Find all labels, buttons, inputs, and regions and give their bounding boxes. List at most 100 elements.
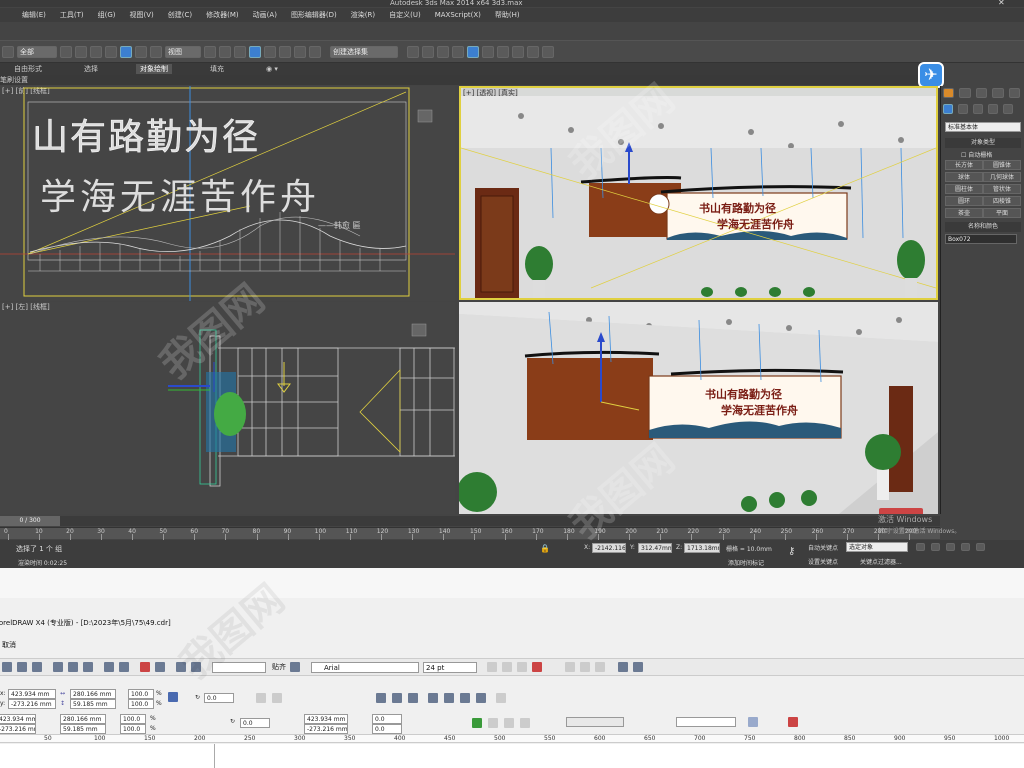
cylinder-button[interactable]: 圆柱体 (945, 184, 983, 194)
menu-item[interactable]: 帮助(H) (495, 10, 520, 20)
width2-field[interactable]: 280.166 mm (60, 714, 106, 724)
height-field[interactable]: 59.185 mm (70, 699, 116, 709)
plane-button[interactable]: 平面 (983, 208, 1021, 218)
paste-icon[interactable] (83, 662, 93, 672)
primitive-type-dropdown[interactable]: 标准基本体 (945, 122, 1021, 132)
prev-frame-icon[interactable] (931, 543, 940, 551)
welcome-icon[interactable] (191, 662, 201, 672)
menu-item[interactable]: 修改器(M) (206, 10, 239, 20)
rect-selection-icon[interactable] (90, 45, 102, 58)
copy-icon[interactable] (68, 662, 78, 672)
pivot-icon[interactable] (204, 45, 216, 58)
scale-y-field[interactable]: 100.0 (128, 699, 154, 709)
select-object-icon[interactable] (60, 45, 72, 58)
select-move-icon[interactable] (120, 45, 132, 58)
cancel-menu[interactable]: 取消 (2, 640, 16, 650)
modify-tab-icon[interactable] (959, 88, 971, 98)
settings-icon[interactable] (788, 717, 798, 727)
cone-button[interactable]: 圆锥体 (983, 160, 1021, 170)
create-tab-icon[interactable] (943, 88, 955, 98)
menu-item[interactable]: 动画(A) (253, 10, 277, 20)
motion-tab-icon[interactable] (992, 88, 1004, 98)
render-icon[interactable] (542, 45, 554, 58)
break-apart-icon[interactable] (444, 693, 454, 703)
y-position-field[interactable]: -273.216 mm (8, 699, 56, 709)
zoom-dropdown[interactable] (212, 661, 266, 673)
new-icon[interactable] (2, 662, 12, 672)
italic-icon[interactable] (502, 662, 512, 672)
angle-field[interactable]: 0.0 (204, 693, 234, 703)
center-y-field[interactable]: -273.216 mm (304, 724, 348, 734)
play-icon[interactable] (946, 543, 955, 551)
effect-1-icon[interactable] (488, 718, 498, 728)
style-dropdown-2[interactable] (676, 717, 736, 727)
shapes-icon[interactable] (958, 104, 968, 114)
align-left-icon[interactable] (565, 662, 575, 672)
angle2-field[interactable]: 0.0 (240, 718, 270, 728)
underline-icon[interactable] (517, 662, 527, 672)
object-type-header[interactable]: 对象类型 (945, 138, 1021, 148)
font-size-dropdown[interactable]: 24 pt (423, 661, 477, 673)
mirror-v-icon[interactable] (272, 693, 282, 703)
select-manipulate-icon[interactable] (219, 45, 231, 58)
group-icon[interactable] (376, 693, 386, 703)
lock-ratio-icon[interactable] (168, 692, 178, 702)
named-selection-dropdown[interactable]: 创建选择集 (330, 45, 398, 58)
teapot-button[interactable]: 茶壶 (945, 208, 983, 218)
y-coord-field[interactable]: 312.47mm (638, 543, 672, 553)
spinner-snap-icon[interactable] (294, 45, 306, 58)
combine-icon[interactable] (428, 693, 438, 703)
snap-icon[interactable] (290, 662, 300, 672)
material-editor-icon[interactable] (497, 45, 509, 58)
hand-icon[interactable] (748, 717, 758, 727)
window-crossing-icon[interactable] (105, 45, 117, 58)
close-icon[interactable]: ✕ (998, 0, 1005, 7)
menu-item[interactable]: 编辑(E) (22, 10, 46, 20)
scale-x2-field[interactable]: 100.0 (120, 714, 146, 724)
helpers-icon[interactable] (1003, 104, 1013, 114)
viewport-perspective-bottom[interactable]: 书山有路勤为径 学海无涯苦作舟 (459, 302, 938, 514)
z-coord-field[interactable]: 1713.18mm (684, 543, 720, 553)
menu-item[interactable]: 自定义(U) (389, 10, 421, 20)
ribbon-tab[interactable]: 填充 (206, 64, 228, 74)
select-scale-icon[interactable] (150, 45, 162, 58)
torus-button[interactable]: 圆环 (945, 196, 983, 206)
menu-item[interactable]: 图形编辑器(D) (291, 10, 337, 20)
effect-2-icon[interactable] (504, 718, 514, 728)
angle-snap-icon[interactable] (264, 45, 276, 58)
x-position-field[interactable]: 423.934 mm (8, 689, 56, 699)
selection-filter-dropdown[interactable]: 全部 (17, 45, 57, 58)
menu-item[interactable]: 创建(C) (168, 10, 192, 20)
bold-icon[interactable] (487, 662, 497, 672)
lights-icon[interactable] (973, 104, 983, 114)
curve-editor-icon[interactable] (467, 45, 479, 58)
percent-snap-icon[interactable] (279, 45, 291, 58)
font-dropdown[interactable]: Arial (311, 661, 419, 673)
style-dropdown-1[interactable] (566, 717, 624, 727)
offset-2-field[interactable]: 0.0 (372, 724, 402, 734)
y2-position-field[interactable]: -273.216 mm (0, 724, 36, 734)
save-icon[interactable] (17, 662, 27, 672)
cameras-icon[interactable] (988, 104, 998, 114)
menu-item[interactable]: 视图(V) (130, 10, 154, 20)
mirror-h-icon[interactable] (256, 693, 266, 703)
trim-icon[interactable] (476, 693, 486, 703)
display-tab-icon[interactable] (1008, 88, 1021, 98)
redo-icon[interactable] (119, 662, 129, 672)
track-bar[interactable]: 0 10 20 30 40 50 60 70 80 90 100 110 120 130 140 150 160… (0, 527, 940, 540)
menu-item[interactable]: 组(G) (98, 10, 116, 20)
menu-item[interactable]: 渲染(R) (351, 10, 375, 20)
viewport-front[interactable]: [+] [前] [线框] 山有路勤为径 学海无涯苦作舟 ——韩愈 匾 (0, 86, 455, 301)
x2-position-field[interactable]: 423.934 mm (0, 714, 36, 724)
object-name-field[interactable]: Box072 (945, 234, 1017, 244)
layer-manager-icon[interactable] (437, 45, 449, 58)
undo-icon[interactable] (2, 45, 14, 58)
mirror-icon[interactable] (407, 45, 419, 58)
ribbon-tab[interactable]: 自由形式 (10, 64, 46, 74)
autogrid-checkbox[interactable]: ☐ 自动栅格 (961, 150, 992, 159)
scale-y2-field[interactable]: 100.0 (120, 724, 146, 734)
render-setup-icon[interactable] (512, 45, 524, 58)
geometry-icon[interactable] (943, 104, 953, 114)
snap-toggle-icon[interactable] (249, 45, 261, 58)
viewport-left[interactable]: [+] [左] [线框] (0, 302, 455, 514)
